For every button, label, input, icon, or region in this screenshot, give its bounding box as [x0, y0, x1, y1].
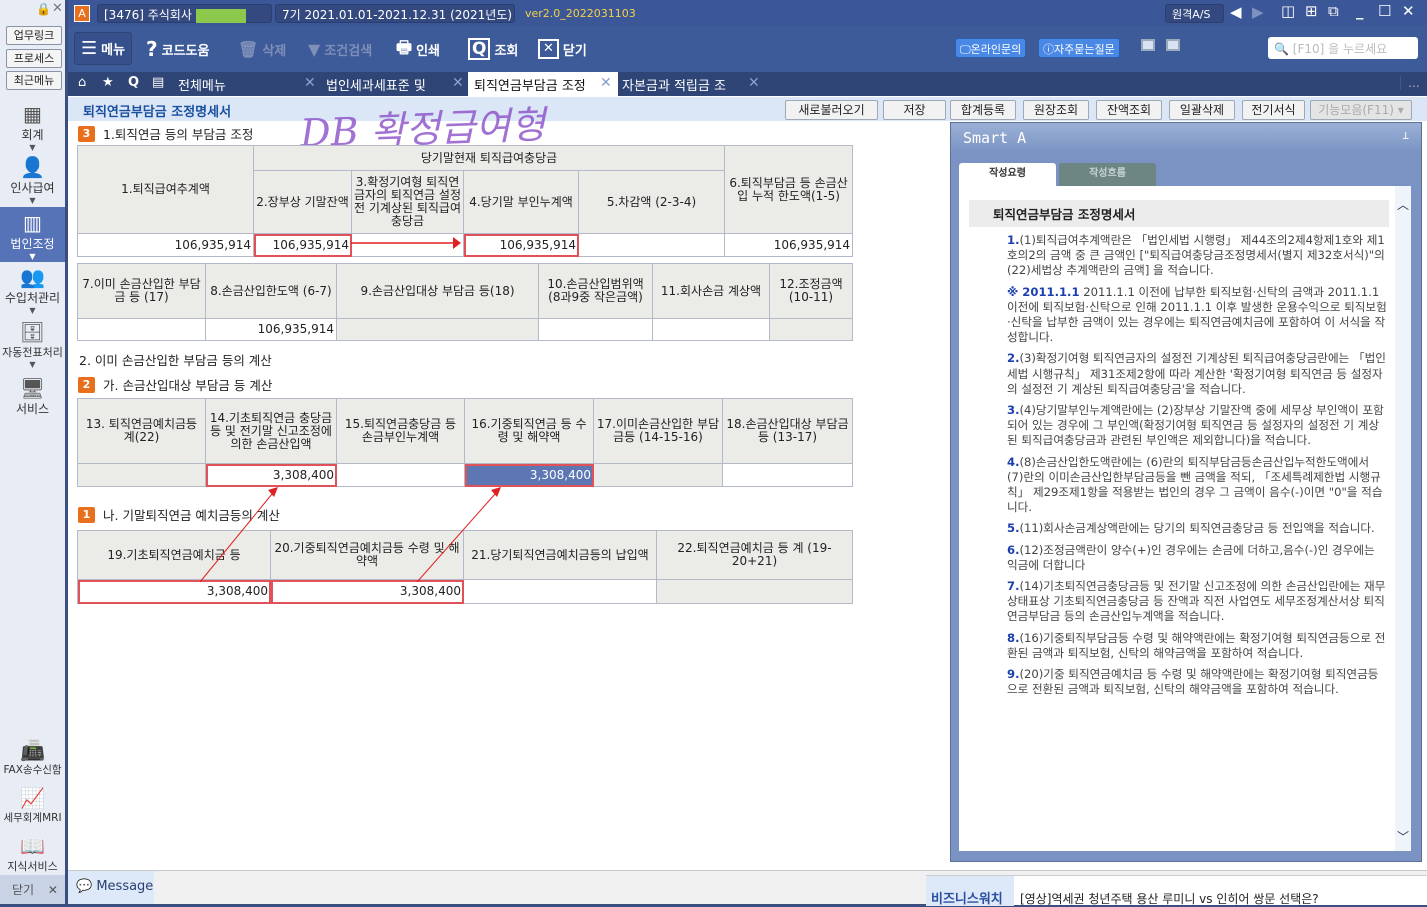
guide-item-number: 9.: [1007, 667, 1020, 682]
guide-item-text: (1)퇴직급여추계액란은 「법인세법 시행령」 제44조의2제4항제1호와 제1…: [1007, 233, 1385, 278]
guide-item-text: (11)회사손금계상액란에는 당기의 퇴직연금충당금 등 전입액을 적습니다.: [1019, 521, 1375, 536]
smart-a-panel: Smart A ⊥ 작성요령 작성흐름 퇴직연금부담금 조정명세서 1.(1)퇴직…: [950, 122, 1422, 862]
arrowhead: [453, 237, 461, 249]
smart-a-content: 퇴직연금부담금 조정명세서 1.(1)퇴직급여추계액란은 「법인세법 시행령」 …: [959, 186, 1411, 851]
news-headline[interactable]: [영상]역세권 청년주택 용산 루미니 vs 인히어 쌍문 선택은?: [1020, 890, 1319, 907]
pin-icon[interactable]: ⊥: [1402, 129, 1409, 142]
guide-item: 5.(11)회사손금계상액란에는 당기의 퇴직연금충당금 등 전입액을 적습니다…: [1007, 521, 1389, 536]
guide-item: 1.(1)퇴직급여추계액란은 「법인세법 시행령」 제44조의2제4항제1호와 …: [1007, 233, 1389, 279]
guide-item: 7.(14)기초퇴직연금충당금등 및 전기말 신고조정에 의한 손금산입란에는 …: [1007, 579, 1389, 625]
guide-item-text: (8)손금산입한도액란에는 (6)란의 퇴직부담금등손금산입누적한도액에서 (7…: [1007, 454, 1383, 515]
news-ticker[interactable]: 비즈니스워치 [영상]역세권 청년주택 용산 루미니 vs 인히어 쌍문 선택은…: [926, 875, 1427, 907]
guide-item-number: 2.: [1007, 351, 1020, 366]
guide-item-text: (4)당기말부인누계액란에는 (2)장부상 기말잔액 중에 세무상 부인액이 포…: [1007, 403, 1384, 448]
guide-item-number: 4.: [1007, 454, 1020, 469]
arrow-line: [199, 493, 273, 583]
guide-item-number: 7.: [1007, 579, 1020, 594]
news-label: 비즈니스워치: [926, 876, 1014, 907]
chat-bubble-icon: 💬: [76, 879, 93, 894]
guide-item-number: 5.: [1007, 521, 1020, 536]
guide-item: 8.(16)기중퇴직부담금등 수령 및 해약액란에는 확정기여형 퇴직연금등으로…: [1007, 631, 1389, 661]
tab-writing-guide[interactable]: 작성요령: [959, 163, 1056, 186]
guide-item-number: ※ 2011.1.1: [1007, 284, 1080, 299]
guide-item-text: (3)확정기여형 퇴직연금자의 설정전 기계상된 퇴직급여충당금란에는 「법인세…: [1007, 351, 1386, 396]
guide-item: 2.(3)확정기여형 퇴직연금자의 설정전 기계상된 퇴직급여충당금란에는 「법…: [1007, 351, 1389, 397]
guide-item-number: 1.: [1007, 233, 1020, 247]
guide-item: ※ 2011.1.1 2011.1.1 이전에 납부한 퇴직보험·신탁의 금액과…: [1007, 285, 1389, 346]
arrowhead: [491, 487, 501, 497]
guide-item: 4.(8)손금산입한도액란에는 (6)란의 퇴직부담금등손금산입누적한도액에서 …: [1007, 455, 1389, 516]
guide-item: 3.(4)당기말부인누계액란에는 (2)장부상 기말잔액 중에 세무상 부인액이…: [1007, 403, 1389, 449]
arrowhead: [268, 487, 278, 497]
smart-a-header: Smart A ⊥: [951, 123, 1421, 153]
guide-title: 퇴직연금부담금 조정명세서: [969, 200, 1389, 227]
guide-item-number: 3.: [1007, 403, 1020, 418]
guide-item-text: (14)기초퇴직연금충당금등 및 전기말 신고조정에 의한 손금산입란에는 재무…: [1007, 579, 1386, 624]
guide-item-number: 8.: [1007, 630, 1020, 645]
status-bar: 💬 Message 비즈니스워치 [영상]역세권 청년주택 용산 루미니 vs …: [68, 870, 1427, 907]
guide-item: 6.(12)조정금액란이 양수(+)인 경우에는 손금에 더하고,음수(-)인 …: [1007, 543, 1389, 573]
guide-item-number: 6.: [1007, 542, 1020, 557]
scrollbar[interactable]: ︿ ﹀: [1395, 186, 1411, 851]
guide-item: 9.(20)기중 퇴직연금예치금 등 수령 및 해약액란에는 확정기여형 퇴직연…: [1007, 667, 1389, 697]
scroll-up-icon[interactable]: ︿: [1395, 196, 1411, 213]
scroll-down-icon[interactable]: ﹀: [1395, 828, 1411, 845]
message-button[interactable]: 💬 Message: [68, 871, 154, 904]
guide-item-text: (16)기중퇴직부담금등 수령 및 해약액란에는 확정기여형 퇴직연금등으로 전…: [1007, 630, 1386, 660]
tab-writing-flow[interactable]: 작성흐름: [1059, 163, 1156, 186]
guide-item-text: (20)기중 퇴직연금예치금 등 수령 및 해약액란에는 확정기여형 퇴직연금등…: [1007, 667, 1379, 697]
arrow-line: [416, 493, 496, 583]
guide-item-text: (12)조정금액란이 양수(+)인 경우에는 손금에 더하고,음수(-)인 경우…: [1007, 542, 1375, 572]
